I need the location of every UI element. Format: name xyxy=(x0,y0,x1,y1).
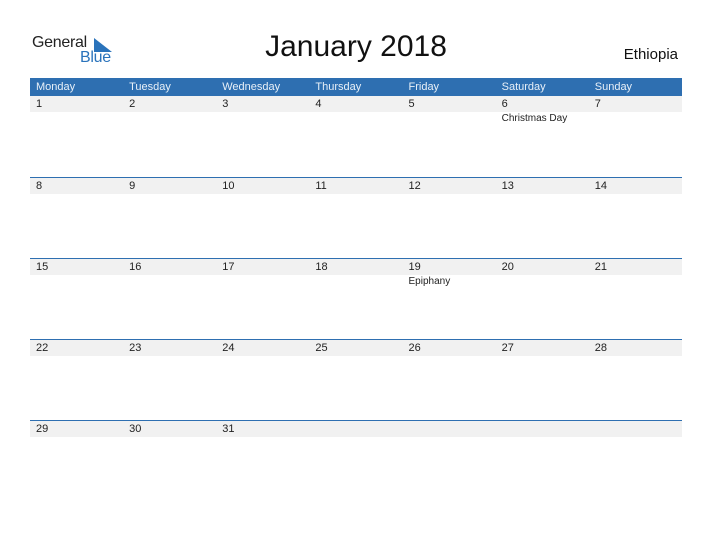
holiday-label xyxy=(123,275,216,288)
day-number: 31 xyxy=(222,423,235,435)
day-number: 27 xyxy=(501,342,514,354)
week-row: 29 30 31 xyxy=(30,420,682,501)
day-number: 14 xyxy=(594,180,607,192)
day-number: 29 xyxy=(36,423,49,435)
holiday-label xyxy=(30,275,123,288)
day-number: 6 xyxy=(501,98,508,110)
day-number: 13 xyxy=(501,180,514,192)
holiday-label xyxy=(589,275,682,288)
day-number: 18 xyxy=(315,261,328,273)
day-number: 22 xyxy=(36,342,49,354)
week-row: 22 23 24 25 26 27 28 xyxy=(30,339,682,420)
events-row: Christmas Day xyxy=(30,112,682,125)
day-number: 12 xyxy=(408,180,421,192)
day-number: 23 xyxy=(129,342,142,354)
day-number: 7 xyxy=(594,98,601,110)
day-number: 20 xyxy=(501,261,514,273)
week-row: 8 9 10 11 12 13 14 xyxy=(30,177,682,258)
country-label: Ethiopia xyxy=(623,46,678,63)
day-number-strip: 8 9 10 11 12 13 14 xyxy=(30,178,682,194)
holiday-label xyxy=(589,112,682,125)
holiday-label: Epiphany xyxy=(408,276,451,287)
holiday-label xyxy=(123,112,216,125)
day-number: 30 xyxy=(129,423,142,435)
weeks-container: 1 2 3 4 5 6 7 Christmas Day 8 9 10 11 12 13 14 15 16 17 18… xyxy=(30,96,682,501)
holiday-label xyxy=(309,275,402,288)
day-number-strip: 1 2 3 4 5 6 7 xyxy=(30,96,682,112)
events-row: Epiphany xyxy=(30,275,682,288)
day-number: 19 xyxy=(408,261,421,273)
day-number: 17 xyxy=(222,261,235,273)
weekday-thursday: Thursday xyxy=(315,81,362,93)
holiday-label xyxy=(496,275,589,288)
weekday-monday: Monday xyxy=(36,81,76,93)
day-number: 10 xyxy=(222,180,235,192)
day-number: 2 xyxy=(129,98,136,110)
day-number: 1 xyxy=(36,98,43,110)
calendar-title: January 2018 xyxy=(265,30,447,63)
week-row: 1 2 3 4 5 6 7 Christmas Day xyxy=(30,96,682,177)
day-number-strip: 22 23 24 25 26 27 28 xyxy=(30,340,682,356)
day-number: 8 xyxy=(36,180,43,192)
day-number: 21 xyxy=(594,261,607,273)
day-number: 11 xyxy=(315,180,327,192)
holiday-label xyxy=(216,275,309,288)
day-number: 5 xyxy=(408,98,415,110)
day-number: 28 xyxy=(594,342,607,354)
day-number: 3 xyxy=(222,98,229,110)
holiday-label: Christmas Day xyxy=(501,113,568,124)
holiday-label xyxy=(30,112,123,125)
day-number xyxy=(309,421,402,437)
weekday-header: Monday Tuesday Wednesday Thursday Friday… xyxy=(30,78,682,96)
day-number-strip: 15 16 17 18 19 20 21 xyxy=(30,259,682,275)
day-number: 4 xyxy=(315,98,322,110)
weekday-saturday: Saturday xyxy=(501,81,546,93)
day-number xyxy=(403,421,496,437)
holiday-label xyxy=(309,112,402,125)
weekday-tuesday: Tuesday xyxy=(129,81,171,93)
day-number: 24 xyxy=(222,342,235,354)
weekday-sunday: Sunday xyxy=(594,81,633,93)
day-number: 16 xyxy=(129,261,142,273)
weekday-friday: Friday xyxy=(408,81,440,93)
week-row: 15 16 17 18 19 20 21 Epiphany xyxy=(30,258,682,339)
weekday-wednesday: Wednesday xyxy=(222,81,281,93)
day-number: 15 xyxy=(36,261,49,273)
day-number xyxy=(496,421,589,437)
calendar-grid: Monday Tuesday Wednesday Thursday Friday… xyxy=(30,78,682,501)
day-number: 26 xyxy=(408,342,421,354)
day-number: 9 xyxy=(129,180,136,192)
day-number-strip: 29 30 31 xyxy=(30,421,682,437)
holiday-label xyxy=(403,112,496,125)
holiday-label xyxy=(216,112,309,125)
day-number xyxy=(589,421,682,437)
day-number: 25 xyxy=(315,342,328,354)
